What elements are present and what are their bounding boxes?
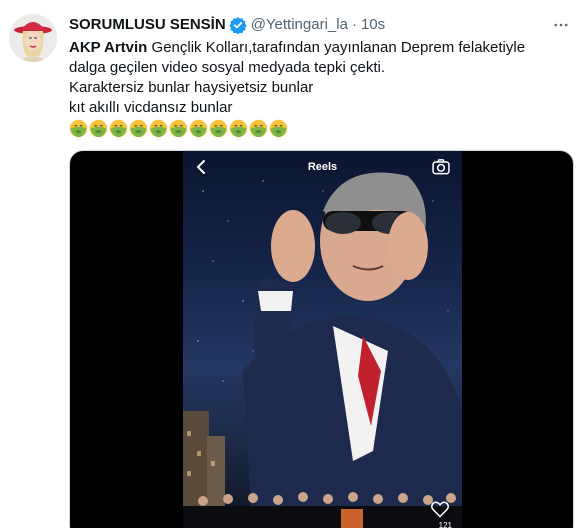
- heart-icon[interactable]: [430, 499, 450, 519]
- tweet-text-line-3: Karaktersiz bunlar haysiyetsiz bunlar: [69, 79, 314, 96]
- user-handle[interactable]: @Yettingari_la: [251, 15, 348, 35]
- nauseated-face-icon: [109, 119, 128, 138]
- emoji-row: [69, 119, 288, 139]
- nauseated-face-icon: [89, 119, 108, 138]
- tweet-text-bold: AKP Artvin: [69, 39, 148, 56]
- tweet-text-line-4: kıt akıllı vicdansız bunlar: [69, 99, 233, 116]
- avatar-image: [9, 14, 57, 62]
- video-player[interactable]: Reels 121: [69, 150, 574, 528]
- camera-icon[interactable]: [431, 157, 451, 177]
- nauseated-face-icon: [129, 119, 148, 138]
- reels-title: Reels: [307, 161, 338, 173]
- avatar[interactable]: [9, 14, 57, 62]
- header-separator: ·: [351, 16, 357, 33]
- tweet-text-line-1: AKP Artvin Gençlik Kolları,tarafından ya…: [69, 38, 574, 58]
- display-name[interactable]: SORUMLUSU SENSİN: [69, 15, 226, 35]
- verified-badge-icon: [229, 16, 247, 35]
- nauseated-face-icon: [149, 119, 168, 138]
- tweet-header: SORUMLUSU SENSİN @Yettingari_la · 10s: [69, 14, 385, 36]
- reels-top-bar: Reels: [183, 151, 462, 183]
- tweet-text-line-2: dalga geçilen video sosyal medyada tepki…: [69, 59, 386, 76]
- nauseated-face-icon: [69, 119, 88, 138]
- more-options-icon[interactable]: [550, 14, 572, 36]
- nauseated-face-icon: [229, 119, 248, 138]
- like-count: 121: [438, 521, 452, 528]
- video-thumbnail-image: [183, 172, 462, 528]
- nauseated-face-icon: [209, 119, 228, 138]
- nauseated-face-icon: [169, 119, 188, 138]
- tweet-timestamp[interactable]: 10s: [361, 15, 385, 35]
- nauseated-face-icon: [189, 119, 208, 138]
- video-frame[interactable]: Reels 121: [183, 151, 462, 528]
- nauseated-face-icon: [249, 119, 268, 138]
- tweet-text: AKP Artvin Gençlik Kolları,tarafından ya…: [69, 38, 574, 118]
- tweet[interactable]: SORUMLUSU SENSİN @Yettingari_la · 10s AK…: [0, 0, 582, 528]
- tweet-text-line-1-rest: Gençlik Kolları,tarafından yayınlanan De…: [147, 39, 526, 56]
- nauseated-face-icon: [269, 119, 288, 138]
